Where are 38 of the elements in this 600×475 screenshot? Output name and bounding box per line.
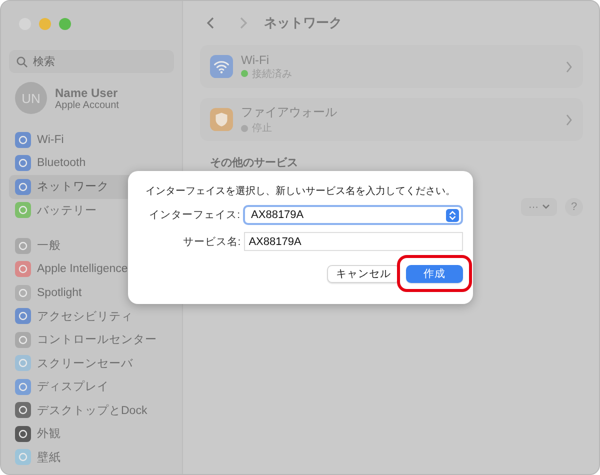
- zoom-icon[interactable]: [59, 18, 71, 30]
- sidebar-item[interactable]: 外観: [9, 422, 174, 446]
- back-icon[interactable]: [206, 16, 216, 30]
- sidebar-item[interactable]: デスクトップとDock: [9, 398, 174, 422]
- sidebar-item[interactable]: 一般: [9, 234, 174, 258]
- help-button[interactable]: ?: [565, 198, 583, 216]
- create-button[interactable]: 作成: [406, 265, 463, 283]
- sidebar-item[interactable]: スクリーンセーバ: [9, 352, 174, 375]
- search-icon: [16, 56, 28, 68]
- cancel-button[interactable]: キャンセル: [327, 265, 400, 283]
- search-field[interactable]: 検索: [9, 50, 174, 73]
- sidebar-item[interactable]: ディスプレイ: [9, 375, 174, 398]
- forward-icon[interactable]: [238, 16, 248, 30]
- sidebar-item[interactable]: Spotlight: [9, 281, 174, 304]
- service-name: ファイアウォール: [241, 104, 338, 121]
- wifi-icon: [210, 55, 233, 78]
- shield-icon: [210, 108, 233, 131]
- sidebar-item[interactable]: 壁紙: [9, 446, 174, 469]
- account-name: Name User: [55, 86, 119, 100]
- sidebar-item[interactable]: アクセシビリティ: [9, 304, 174, 328]
- field-label: インターフェイス:: [148, 208, 242, 222]
- sidebar-item[interactable]: Bluetooth: [9, 152, 174, 175]
- sidebar-item[interactable]: Wi-Fi: [9, 128, 174, 152]
- field-label: サービス名:: [182, 234, 242, 248]
- more-button[interactable]: ···: [521, 198, 557, 216]
- sidebar-item[interactable]: コントロールセンター: [9, 328, 174, 352]
- chevron-icon: [565, 114, 573, 126]
- minimize-icon[interactable]: [39, 18, 51, 30]
- sidebar-item[interactable]: Apple Intelligence: [9, 258, 174, 281]
- service-name-field[interactable]: AX88179A: [244, 232, 463, 251]
- chevron-icon: [565, 60, 573, 72]
- interface-dropdown[interactable]: AX88179A: [243, 205, 463, 225]
- account-subtitle: Apple Account: [55, 100, 119, 110]
- service-name: Wi-Fi: [241, 52, 270, 66]
- stepper-icon: [446, 208, 459, 222]
- page-title: ネットワーク: [264, 14, 342, 32]
- chevron-down-icon: [542, 204, 550, 210]
- section-heading: その他のサービス: [210, 156, 299, 170]
